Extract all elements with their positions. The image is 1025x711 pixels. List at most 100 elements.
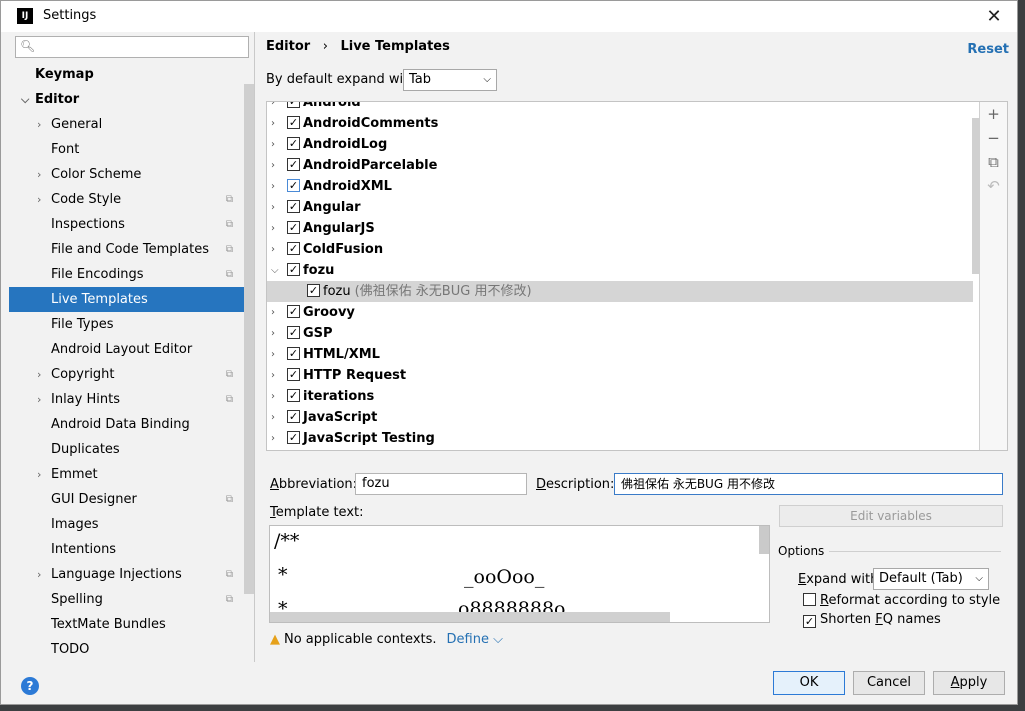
template-checkbox[interactable]: ✓ <box>287 102 300 108</box>
template-checkbox[interactable]: ✓ <box>287 179 300 192</box>
chevron-right-icon[interactable]: › <box>271 113 275 134</box>
chevron-right-icon[interactable]: › <box>271 365 275 386</box>
template-group[interactable]: › ✓ AndroidComments <box>267 113 973 134</box>
sidebar-item-inlay-hints[interactable]: › Inlay Hints ⧉ <box>9 387 245 412</box>
sidebar-scrollbar[interactable] <box>244 84 254 594</box>
help-button[interactable]: ? <box>21 677 39 695</box>
sidebar-item-general[interactable]: › General <box>9 112 245 137</box>
chevron-right-icon[interactable]: › <box>271 155 275 176</box>
chevron-right-icon[interactable]: › <box>271 134 275 155</box>
sidebar-item-android-data-binding[interactable]: Android Data Binding <box>9 412 245 437</box>
template-group[interactable]: › ✓ AngularJS <box>267 218 973 239</box>
template-checkbox[interactable]: ✓ <box>287 389 300 402</box>
chevron-right-icon[interactable]: › <box>271 323 275 344</box>
chevron-right-icon[interactable]: › <box>37 162 41 187</box>
restore-icon[interactable]: ↶ <box>980 174 1007 198</box>
sidebar-item-language-injections[interactable]: › Language Injections ⧉ <box>9 562 245 587</box>
template-checkbox[interactable]: ✓ <box>287 368 300 381</box>
template-text-editor[interactable]: /** * _ooOoo_ * o8888888o <box>269 525 770 623</box>
search-input[interactable]: 🔍︎ <box>15 36 249 58</box>
template-checkbox[interactable]: ✓ <box>287 116 300 129</box>
sidebar-item-file-and-code-templates[interactable]: File and Code Templates ⧉ <box>9 237 245 262</box>
sidebar-item-keymap[interactable]: Keymap <box>9 62 245 87</box>
template-group[interactable]: › ✓ JavaScript <box>267 407 973 428</box>
template-checkbox[interactable]: ✓ <box>287 326 300 339</box>
template-vertical-scrollbar[interactable] <box>759 526 769 554</box>
sidebar-item-duplicates[interactable]: Duplicates <box>9 437 245 462</box>
chevron-right-icon[interactable]: › <box>37 387 41 412</box>
template-group[interactable]: › ✓ HTTP Request <box>267 365 973 386</box>
remove-icon[interactable]: − <box>980 126 1007 150</box>
edit-variables-button[interactable]: Edit variables <box>779 505 1003 527</box>
ok-button[interactable]: OK <box>773 671 845 695</box>
sidebar-item-spelling[interactable]: Spelling ⧉ <box>9 587 245 612</box>
template-checkbox[interactable]: ✓ <box>287 200 300 213</box>
sidebar-item-intentions[interactable]: Intentions <box>9 537 245 562</box>
template-checkbox[interactable]: ✓ <box>287 263 300 276</box>
reset-link[interactable]: Reset <box>967 42 1009 57</box>
default-expand-select[interactable]: Tab ⌵ <box>403 69 497 91</box>
template-checkbox[interactable]: ✓ <box>287 221 300 234</box>
template-checkbox[interactable]: ✓ <box>287 158 300 171</box>
expand-with-select[interactable]: Default (Tab) ⌵ <box>873 568 989 590</box>
checkbox-box[interactable]: ✓ <box>803 615 816 628</box>
template-group[interactable]: › ✓ iterations <box>267 386 973 407</box>
chevron-right-icon[interactable]: › <box>271 239 275 260</box>
sidebar-item-live-templates[interactable]: Live Templates <box>9 287 245 312</box>
checkbox-box[interactable] <box>803 593 816 606</box>
sidebar-item-gui-designer[interactable]: GUI Designer ⧉ <box>9 487 245 512</box>
close-button[interactable]: ✕ <box>971 1 1017 32</box>
template-group[interactable]: › ✓ GSP <box>267 323 973 344</box>
description-field[interactable]: 佛祖保佑 永无BUG 用不修改 <box>614 473 1003 495</box>
template-group[interactable]: › ✓ ColdFusion <box>267 239 973 260</box>
template-checkbox[interactable]: ✓ <box>287 242 300 255</box>
template-group[interactable]: › ✓ AndroidLog <box>267 134 973 155</box>
template-horizontal-scrollbar[interactable] <box>270 612 670 622</box>
template-group[interactable]: › ✓ AndroidParcelable <box>267 155 973 176</box>
chevron-right-icon[interactable]: › <box>37 562 41 587</box>
chevron-down-icon[interactable]: ⌵ <box>21 87 29 112</box>
template-checkbox[interactable]: ✓ <box>287 410 300 423</box>
apply-button[interactable]: Apply <box>933 671 1005 695</box>
template-group[interactable]: › ✓ JavaScript Testing <box>267 428 973 449</box>
chevron-right-icon[interactable]: › <box>271 102 275 113</box>
template-checkbox[interactable]: ✓ <box>307 284 320 297</box>
chevron-right-icon[interactable]: › <box>271 428 275 449</box>
chevron-right-icon[interactable]: › <box>37 187 41 212</box>
template-checkbox[interactable]: ✓ <box>287 137 300 150</box>
sidebar-item-editor[interactable]: ⌵ Editor <box>9 87 245 112</box>
chevron-right-icon[interactable]: › <box>271 407 275 428</box>
template-item[interactable]: ✓ fozu (佛祖保佑 永无BUG 用不修改) <box>267 281 973 302</box>
template-group[interactable]: › ✓ Android <box>267 102 973 113</box>
template-group[interactable]: › ✓ Groovy <box>267 302 973 323</box>
sidebar-item-todo[interactable]: TODO <box>9 637 245 662</box>
chevron-right-icon[interactable]: › <box>37 362 41 387</box>
template-checkbox[interactable]: ✓ <box>287 305 300 318</box>
sidebar-item-color-scheme[interactable]: › Color Scheme <box>9 162 245 187</box>
shorten-fq-checkbox[interactable]: ✓ Shorten FQ names <box>803 612 941 628</box>
chevron-down-icon[interactable]: ⌵ <box>271 260 279 281</box>
sidebar-item-file-encodings[interactable]: File Encodings ⧉ <box>9 262 245 287</box>
sidebar-item-code-style[interactable]: › Code Style ⧉ <box>9 187 245 212</box>
copy-icon[interactable]: ⧉ <box>980 150 1007 174</box>
chevron-right-icon[interactable]: › <box>271 344 275 365</box>
sidebar-item-copyright[interactable]: › Copyright ⧉ <box>9 362 245 387</box>
sidebar-item-images[interactable]: Images <box>9 512 245 537</box>
sidebar-item-emmet[interactable]: › Emmet <box>9 462 245 487</box>
abbreviation-field[interactable]: fozu <box>355 473 527 495</box>
sidebar-item-file-types[interactable]: File Types <box>9 312 245 337</box>
add-icon[interactable]: + <box>980 102 1007 126</box>
chevron-right-icon[interactable]: › <box>271 218 275 239</box>
template-checkbox[interactable]: ✓ <box>287 431 300 444</box>
template-group[interactable]: › ✓ HTML/XML <box>267 344 973 365</box>
chevron-right-icon[interactable]: › <box>271 176 275 197</box>
reformat-checkbox[interactable]: Reformat according to style <box>803 593 1000 608</box>
chevron-right-icon[interactable]: › <box>37 462 41 487</box>
template-checkbox[interactable]: ✓ <box>287 347 300 360</box>
sidebar-item-font[interactable]: Font <box>9 137 245 162</box>
template-group[interactable]: › ✓ Angular <box>267 197 973 218</box>
cancel-button[interactable]: Cancel <box>853 671 925 695</box>
template-group[interactable]: › ✓ AndroidXML <box>267 176 973 197</box>
define-context-link[interactable]: Define ⌵ <box>447 632 503 647</box>
template-group[interactable]: ⌵ ✓ fozu <box>267 260 973 281</box>
